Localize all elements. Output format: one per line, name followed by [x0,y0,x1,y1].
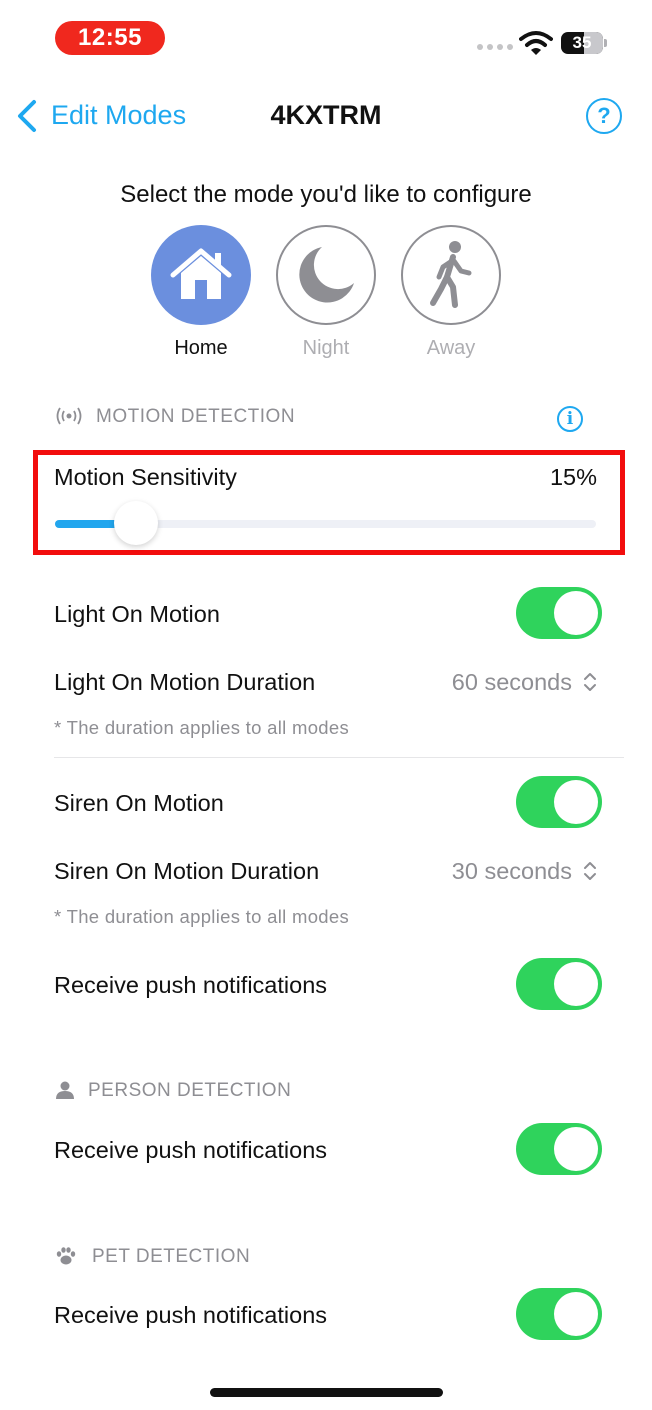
help-icon[interactable]: ? [586,98,622,134]
siren-on-motion-toggle[interactable] [516,776,602,828]
pet-push-toggle[interactable] [516,1288,602,1340]
wifi-icon [519,31,553,55]
motion-push-toggle[interactable] [516,958,602,1010]
person-icon [56,1081,74,1099]
person-detection-header: PERSON DETECTION [88,1080,292,1101]
motion-sensitivity-label: Motion Sensitivity [54,464,237,490]
motion-sensitivity-value: 15% [549,464,597,490]
mode-away-button[interactable] [401,225,501,325]
mode-away-label: Away [426,337,476,359]
light-duration-select[interactable]: 60 seconds [452,669,572,696]
siren-duration-note: * The duration applies to all modes [54,906,350,927]
mode-night-label: Night [302,337,350,359]
motion-detection-header: MOTION DETECTION [96,406,296,427]
pet-detection-header: PET DETECTION [92,1246,251,1267]
status-time: 12:55 [55,21,165,55]
battery-level: 35 [572,33,592,52]
light-on-motion-label: Light On Motion [54,601,220,627]
person-push-toggle[interactable] [516,1123,602,1175]
divider [54,757,624,758]
chevron-updown-icon[interactable] [582,859,598,883]
mode-home-label: Home [174,337,228,359]
light-duration-note: * The duration applies to all modes [54,717,350,738]
walking-person-icon [430,241,472,308]
motion-sensitivity-slider[interactable] [55,501,596,545]
battery-icon: 35 [561,32,603,54]
siren-on-motion-label: Siren On Motion [54,790,224,816]
chevron-updown-icon[interactable] [582,670,598,694]
cellular-signal-icon [477,44,513,50]
siren-duration-label: Siren On Motion Duration [54,858,320,884]
siren-duration-select[interactable]: 30 seconds [452,858,572,885]
page-title: 4KXTRM [270,100,382,130]
light-on-motion-toggle[interactable] [516,587,602,639]
motion-sensor-icon [56,407,82,425]
mode-night-button[interactable] [276,225,376,325]
home-icon [170,248,232,299]
person-push-label: Receive push notifications [54,1137,328,1163]
motion-push-label: Receive push notifications [54,972,328,998]
battery-cap [604,39,607,47]
mode-instruction: Select the mode you'd like to configure [120,181,532,208]
light-duration-label: Light On Motion Duration [54,669,316,695]
slider-knob[interactable] [114,501,159,545]
home-indicator [210,1388,443,1397]
mode-home-button[interactable] [151,225,251,325]
paw-icon [56,1247,76,1265]
info-icon[interactable]: i [557,406,583,432]
moon-icon [299,247,354,303]
pet-push-label: Receive push notifications [54,1302,328,1328]
